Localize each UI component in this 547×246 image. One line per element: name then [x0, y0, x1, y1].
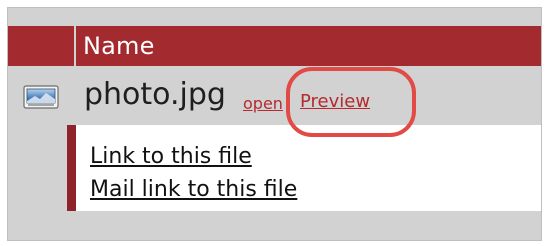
file-actions-menu: Link to this file Mail link to this file: [67, 125, 541, 211]
mail-link-menu-item[interactable]: Mail link to this file: [90, 177, 297, 203]
menu-accent-bar: [67, 125, 76, 211]
file-name[interactable]: photo.jpg: [84, 76, 226, 114]
header-icon-column: [8, 26, 76, 66]
open-link[interactable]: open: [243, 95, 283, 113]
preview-link[interactable]: Preview: [300, 92, 370, 112]
column-header-name[interactable]: Name: [83, 31, 155, 61]
link-to-file-menu-item[interactable]: Link to this file: [90, 144, 252, 170]
file-list-panel: Name photo.jpg open Preview Link to this…: [7, 7, 542, 241]
table-header-row: Name: [8, 26, 541, 66]
table-row[interactable]: photo.jpg open Preview: [8, 74, 541, 120]
image-file-icon: [23, 85, 59, 109]
